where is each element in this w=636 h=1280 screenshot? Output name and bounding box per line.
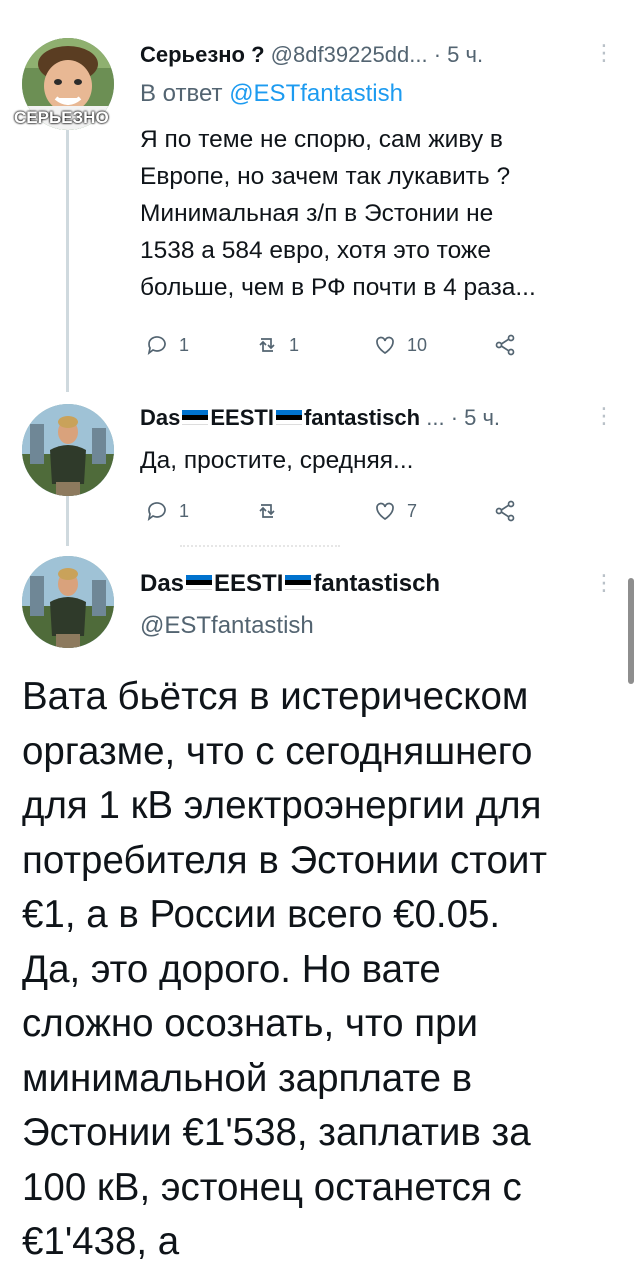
estonian-flag-icon <box>285 575 312 591</box>
action-bar: 1 1 10 <box>145 333 545 357</box>
share-icon <box>495 500 515 522</box>
reply-icon <box>147 502 166 522</box>
tweet-time[interactable]: · 5 ч. <box>451 405 500 430</box>
text-line: Да, это дорого. Но вате <box>22 947 441 991</box>
heart-icon <box>376 502 394 521</box>
text-line: 1538 а 584 евро, хотя это тоже <box>140 237 491 264</box>
tweet-header: Серьезно ? @8df39225dd... · 5 ч. <box>140 42 483 68</box>
name-part: fantastisch <box>303 405 421 430</box>
divider <box>180 545 340 548</box>
estonian-flag-icon <box>186 575 213 591</box>
text-line: для 1 кВ электроэнергии для <box>22 784 542 827</box>
text-line: Эстонии €1'538, заплатив за <box>22 1111 531 1154</box>
like-count: 7 <box>407 500 418 521</box>
name-part: fantastisch <box>313 570 441 597</box>
share-button[interactable] <box>493 499 517 523</box>
tweet-text: Да, простите, средняя... <box>140 447 414 474</box>
avatar-man-icon <box>22 556 114 648</box>
reply-button[interactable]: 1 <box>145 333 255 357</box>
text-line: Европе, но зачем так лукавить ? <box>140 163 511 190</box>
tweet-text: Вата бьётся в истерическом оргазме, что … <box>22 670 622 1270</box>
retweet-button[interactable]: 1 <box>255 333 373 357</box>
reply-context: В ответ @ESTfantastish <box>140 80 403 108</box>
thread-line-upper <box>66 122 69 392</box>
scrollbar[interactable] <box>628 578 634 684</box>
tweet-text: Я по теме не спорю, сам живу в Европе, н… <box>140 121 620 306</box>
author-name[interactable]: Das EESTI fantastisch <box>140 405 426 430</box>
like-count: 10 <box>407 334 428 355</box>
reply-count: 1 <box>179 500 190 521</box>
text-line: больше, чем в РФ почти в 4 раза... <box>140 274 536 301</box>
reply-count: 1 <box>179 334 190 355</box>
text-line: сложно осознать, что при <box>22 1002 479 1045</box>
text-line: €1, а в России всего €0.05. <box>22 893 501 936</box>
text-line: оргазме, что с сегодняшнего <box>22 729 533 773</box>
author-handle[interactable]: @8df39225dd... <box>271 42 428 67</box>
text-line: €1'438, а <box>22 1220 180 1263</box>
text-line: потребителя в Эстонии стоит <box>22 838 547 882</box>
retweet-button[interactable] <box>255 499 373 523</box>
like-button[interactable]: 10 <box>373 333 493 357</box>
author-name[interactable]: Серьезно ? <box>140 42 265 67</box>
author-handle[interactable]: ... <box>426 405 444 430</box>
author-name[interactable]: Das EESTI fantastisch <box>140 570 440 598</box>
more-options-icon[interactable]: ⋮ <box>593 40 615 66</box>
text-line: Вата бьётся в истерическом <box>22 675 529 718</box>
estonian-flag-icon <box>275 409 302 425</box>
share-icon <box>495 334 515 356</box>
thread-line-lower <box>66 496 69 546</box>
like-button[interactable]: 7 <box>373 499 493 523</box>
name-part: Das <box>140 405 181 430</box>
name-part: Das <box>140 570 185 597</box>
tweet-time[interactable]: · 5 ч. <box>434 42 483 67</box>
reply-prefix: В ответ <box>140 80 223 107</box>
text-line: Минимальная з/п в Эстонии не <box>140 200 494 227</box>
estonian-flag-icon <box>182 409 209 425</box>
reply-icon <box>147 336 166 356</box>
name-part: EESTI <box>214 570 284 597</box>
avatar-caption: СЕРЬЕЗНО <box>14 108 109 127</box>
name-part: EESTI <box>210 405 274 430</box>
share-button[interactable] <box>493 333 517 357</box>
avatar-man-icon <box>22 404 114 496</box>
more-options-icon[interactable]: ⋮ <box>593 570 615 596</box>
avatar[interactable] <box>22 404 114 496</box>
heart-icon <box>376 336 394 355</box>
retweet-icon <box>259 504 275 518</box>
text-line: Я по теме не спорю, сам живу в <box>140 126 503 153</box>
action-bar: 1 7 <box>145 499 545 523</box>
avatar[interactable] <box>22 556 114 648</box>
author-handle[interactable]: @ESTfantastish <box>140 612 314 640</box>
retweet-icon <box>259 338 275 352</box>
reply-button[interactable]: 1 <box>145 499 255 523</box>
more-options-icon[interactable]: ⋮ <box>593 403 615 429</box>
reply-to-handle[interactable]: @ESTfantastish <box>229 80 403 107</box>
retweet-count: 1 <box>289 334 300 355</box>
text-line: минимальной зарплате в <box>22 1056 473 1100</box>
text-line: 100 кВ, эстонец останется с <box>22 1165 522 1209</box>
tweet-header: Das EESTI fantastisch ... · 5 ч. <box>140 405 500 431</box>
